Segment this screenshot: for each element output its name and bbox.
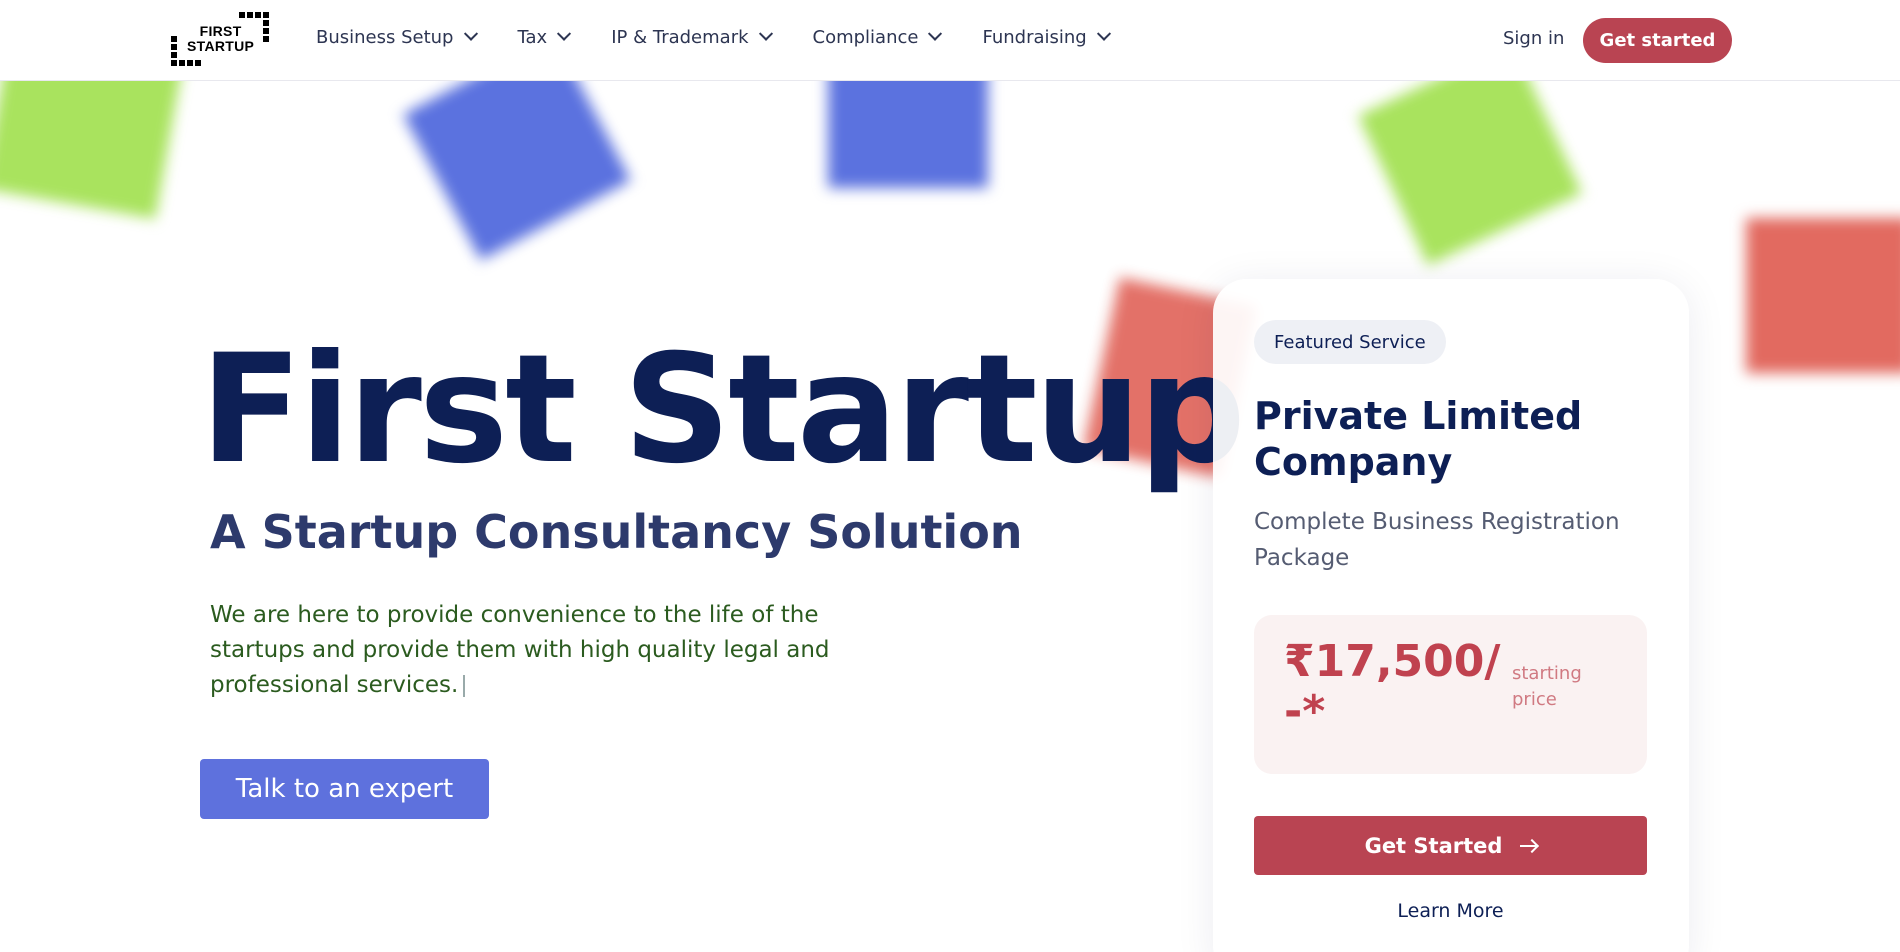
arrow-right-icon (1520, 844, 1537, 847)
nav-item-label: Tax (517, 27, 548, 48)
featured-badge: Featured Service (1254, 320, 1446, 364)
get-started-button[interactable]: Get started (1583, 18, 1732, 63)
nav-item-label: Fundraising (982, 27, 1087, 48)
decorative-red-square (1746, 218, 1900, 373)
button-label: Get Started (1364, 833, 1503, 858)
logo-square (171, 60, 177, 66)
price-note: starting price (1512, 663, 1582, 710)
site-header: FIRST STARTUP Business Setup Tax IP & Tr… (0, 0, 1900, 81)
main-nav: Business Setup Tax IP & Trademark Compli… (316, 26, 1151, 48)
logo-square (255, 12, 261, 18)
nav-item-business-setup[interactable]: Business Setup (316, 26, 478, 48)
chevron-down-icon (758, 26, 773, 41)
logo-square (171, 52, 177, 58)
logo-square (195, 60, 201, 66)
featured-service-card: Featured Service Private Limited Company… (1213, 279, 1689, 952)
service-price: ₹17,500/-* (1284, 636, 1501, 737)
hero-description-text: We are here to provide convenience to th… (210, 602, 830, 698)
service-title: Private Limited Company (1254, 394, 1583, 484)
price-box: ₹17,500/-* starting price (1254, 615, 1647, 774)
logo-square (171, 36, 177, 42)
chevron-down-icon (463, 26, 478, 41)
learn-more-link[interactable]: Learn More (1254, 900, 1647, 922)
logo-square (247, 12, 253, 18)
service-subtitle: Complete Business Registration Package (1254, 509, 1620, 571)
sign-in-link[interactable]: Sign in (1503, 28, 1564, 49)
logo-square (263, 20, 269, 26)
chevron-down-icon (1096, 26, 1111, 41)
talk-to-expert-button[interactable]: Talk to an expert (200, 759, 489, 819)
brand-logo[interactable]: FIRST STARTUP (171, 12, 273, 69)
logo-line-2: STARTUP (187, 38, 255, 54)
hero-title: First Startup (200, 323, 1246, 497)
nav-item-label: Compliance (812, 27, 919, 48)
logo-wordmark: FIRST STARTUP (187, 24, 254, 54)
hero-subtitle: A Startup Consultancy Solution (210, 505, 1023, 559)
chevron-down-icon (928, 26, 943, 41)
logo-square (263, 12, 269, 18)
service-get-started-button[interactable]: Get Started (1254, 816, 1647, 875)
nav-item-fundraising[interactable]: Fundraising (982, 26, 1111, 48)
logo-square (239, 12, 245, 18)
text-caret (463, 674, 466, 697)
nav-item-label: IP & Trademark (611, 27, 749, 48)
logo-square (263, 36, 269, 42)
logo-square (263, 28, 269, 34)
hero-description: We are here to provide convenience to th… (210, 598, 850, 703)
logo-square (179, 60, 185, 66)
nav-item-tax[interactable]: Tax (517, 26, 572, 48)
chevron-down-icon (557, 26, 572, 41)
logo-square (171, 44, 177, 50)
nav-item-label: Business Setup (316, 27, 454, 48)
logo-square (187, 60, 193, 66)
nav-item-ip-trademark[interactable]: IP & Trademark (611, 26, 773, 48)
logo-line-1: FIRST (199, 23, 242, 39)
nav-item-compliance[interactable]: Compliance (812, 26, 943, 48)
